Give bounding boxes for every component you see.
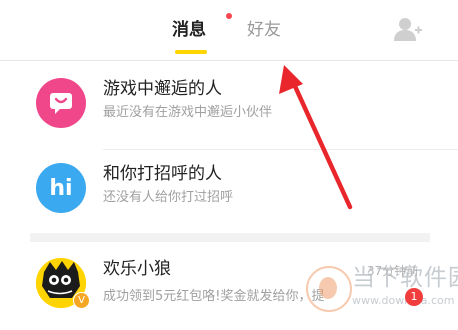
active-tab-indicator xyxy=(175,50,207,54)
item-subtitle: 成功领到5元红包咯!奖金就发给你，提 xyxy=(103,289,325,304)
message-bubble-icon xyxy=(36,78,86,128)
item-title: 欢乐小狼 xyxy=(103,259,171,279)
tab-messages[interactable]: 消息 xyxy=(172,18,206,42)
section-divider xyxy=(30,233,430,242)
vip-badge: V xyxy=(73,292,90,309)
list-item-greetings[interactable]: hi 和你打招呼的人 还没有人给你打过招呼 xyxy=(0,163,458,233)
unread-count-badge: 1 xyxy=(405,288,423,306)
hi-icon-text: hi xyxy=(49,175,73,201)
add-person-icon[interactable] xyxy=(393,16,423,42)
timestamp: 37分钟前 xyxy=(367,264,419,278)
header-divider xyxy=(0,60,458,61)
row-divider xyxy=(103,149,458,150)
watermark-url: www.downxia.com xyxy=(352,294,455,307)
list-item-game-encounters[interactable]: 游戏中邂逅的人 最近没有在游戏中邂逅小伙伴 xyxy=(0,78,458,148)
item-subtitle: 还没有人给你打过招呼 xyxy=(103,190,234,205)
item-subtitle: 最近没有在游戏中邂逅小伙伴 xyxy=(103,105,273,120)
hi-icon: hi xyxy=(36,163,86,213)
header: 消息 好友 xyxy=(0,0,458,58)
item-title: 和你打招呼的人 xyxy=(103,164,222,184)
tab-friends[interactable]: 好友 xyxy=(247,18,281,42)
unread-dot xyxy=(226,13,232,19)
watermark-logo xyxy=(306,266,352,312)
item-title: 游戏中邂逅的人 xyxy=(103,79,222,99)
